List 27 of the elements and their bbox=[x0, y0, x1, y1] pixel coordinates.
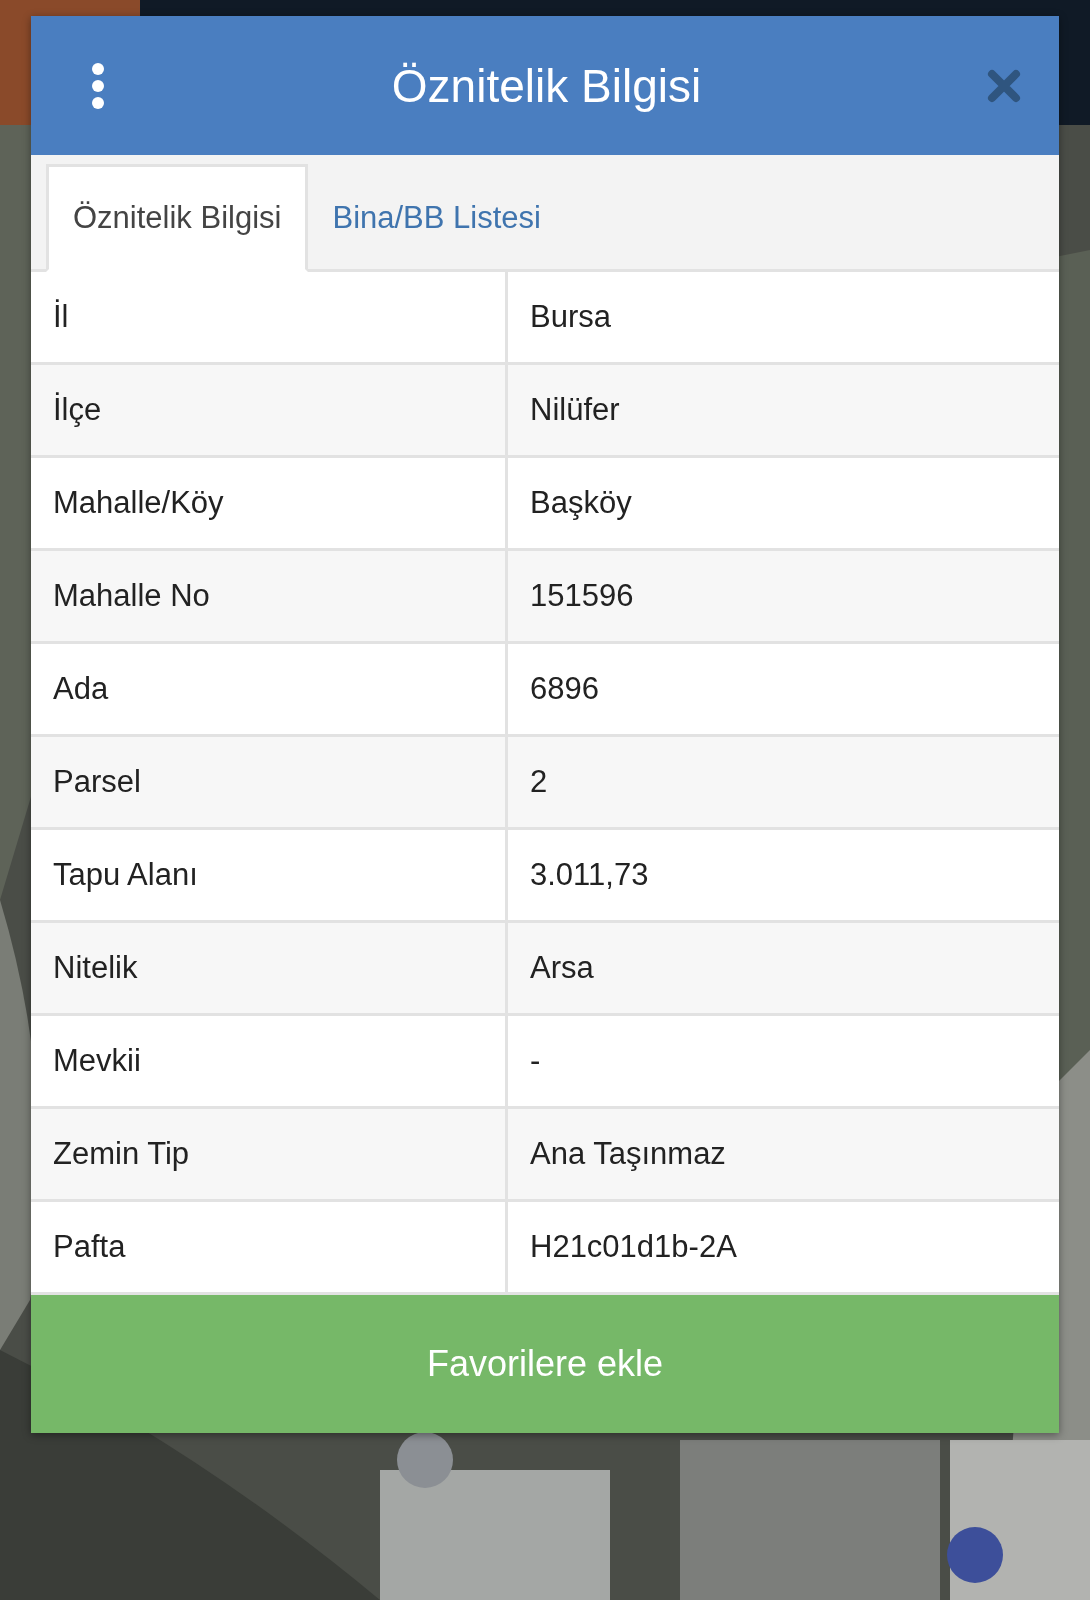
table-cell: H21c01d1b-2A bbox=[508, 1202, 1059, 1292]
table-cell: İl bbox=[31, 272, 505, 362]
table-cell: Ana Taşınmaz bbox=[508, 1109, 1059, 1199]
tab[interactable]: Öznitelik Bilgisi bbox=[46, 164, 309, 272]
table-cell: Mahalle No bbox=[31, 551, 505, 641]
table-cell: Zemin Tip bbox=[31, 1109, 505, 1199]
dialog-title: Öznitelik Bilgisi bbox=[390, 58, 703, 113]
table-cell: 151596 bbox=[508, 551, 1059, 641]
table-cell: Tapu Alanı bbox=[31, 830, 505, 920]
table-cell: Ada bbox=[31, 644, 505, 734]
tab[interactable]: Bina/BB Listesi bbox=[308, 164, 565, 272]
table-cell: Nilüfer bbox=[508, 365, 1059, 455]
table-cell: Mahalle/Köy bbox=[31, 458, 505, 548]
table-cell: Mevkii bbox=[31, 1016, 505, 1106]
table-cell: 6896 bbox=[508, 644, 1059, 734]
table-cell: 3.011,73 bbox=[508, 830, 1059, 920]
table-cell: Parsel bbox=[31, 737, 505, 827]
table-cell: Başköy bbox=[508, 458, 1059, 548]
add-favorites-button[interactable]: Favorilere ekle bbox=[31, 1295, 1059, 1433]
table-cell: 2 bbox=[508, 737, 1059, 827]
table-cell: - bbox=[508, 1016, 1059, 1106]
table-cell: Pafta bbox=[31, 1202, 505, 1292]
table-cell: Arsa bbox=[508, 923, 1059, 1013]
menu-icon[interactable] bbox=[90, 61, 106, 110]
table-cell: Bursa bbox=[508, 272, 1059, 362]
table-cell: Nitelik bbox=[31, 923, 505, 1013]
table-cell: İlçe bbox=[31, 365, 505, 455]
